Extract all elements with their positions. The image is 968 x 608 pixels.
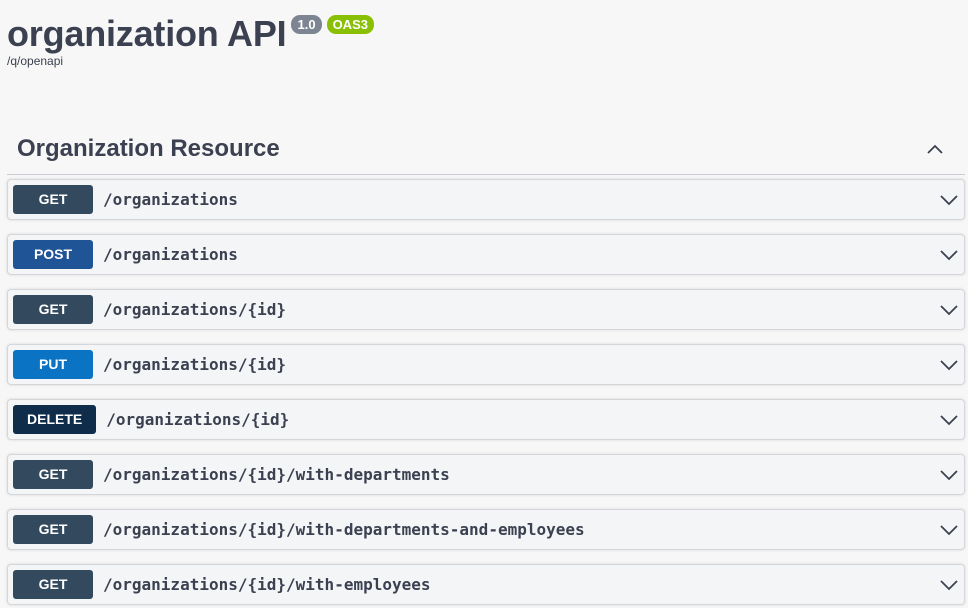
- title-row: organization API 1.0 OAS3: [7, 12, 374, 56]
- operation-row[interactable]: GET /organizations: [7, 179, 965, 220]
- operation-path: /organizations: [103, 245, 238, 264]
- method-badge: POST: [13, 240, 93, 269]
- operation-row[interactable]: GET /organizations/{id}/with-departments: [7, 454, 965, 495]
- operations-list: GET /organizations POST /organizations G…: [7, 179, 965, 608]
- chevron-down-icon[interactable]: [939, 465, 959, 485]
- tag-section-header[interactable]: Organization Resource: [7, 124, 965, 175]
- operation-row[interactable]: GET /organizations/{id}/with-employees: [7, 564, 965, 605]
- chevron-down-icon[interactable]: [939, 575, 959, 595]
- api-title: organization API: [7, 13, 287, 54]
- chevron-down-icon[interactable]: [939, 245, 959, 265]
- operation-path: /organizations/{id}: [106, 410, 290, 429]
- chevron-down-icon[interactable]: [939, 190, 959, 210]
- chevron-up-icon[interactable]: [925, 139, 945, 159]
- chevron-down-icon[interactable]: [939, 300, 959, 320]
- method-badge: GET: [13, 295, 93, 324]
- spec-url-link[interactable]: /q/openapi: [7, 54, 374, 68]
- operation-path: /organizations/{id}/with-departments: [103, 465, 450, 484]
- method-badge: GET: [13, 570, 93, 599]
- operation-path: /organizations/{id}: [103, 300, 287, 319]
- api-info: organization API 1.0 OAS3 /q/openapi: [7, 12, 374, 68]
- operation-row[interactable]: POST /organizations: [7, 234, 965, 275]
- method-badge: GET: [13, 515, 93, 544]
- operation-row[interactable]: GET /organizations/{id}/with-departments…: [7, 509, 965, 550]
- method-badge: DELETE: [13, 405, 97, 434]
- operation-row[interactable]: GET /organizations/{id}: [7, 289, 965, 330]
- operation-path: /organizations/{id}: [103, 355, 287, 374]
- version-badge: 1.0: [291, 15, 322, 34]
- chevron-down-icon[interactable]: [939, 355, 959, 375]
- method-badge: PUT: [13, 350, 93, 379]
- tag-title: Organization Resource: [17, 135, 280, 162]
- method-badge: GET: [13, 185, 93, 214]
- chevron-down-icon[interactable]: [939, 520, 959, 540]
- operation-path: /organizations/{id}/with-employees: [103, 575, 431, 594]
- operation-row[interactable]: PUT /organizations/{id}: [7, 344, 965, 385]
- operation-row[interactable]: DELETE /organizations/{id}: [7, 399, 965, 440]
- operation-path: /organizations: [103, 190, 238, 209]
- oas-badge: OAS3: [326, 15, 374, 34]
- chevron-down-icon[interactable]: [939, 410, 959, 430]
- operation-path: /organizations/{id}/with-departments-and…: [103, 520, 585, 539]
- method-badge: GET: [13, 460, 93, 489]
